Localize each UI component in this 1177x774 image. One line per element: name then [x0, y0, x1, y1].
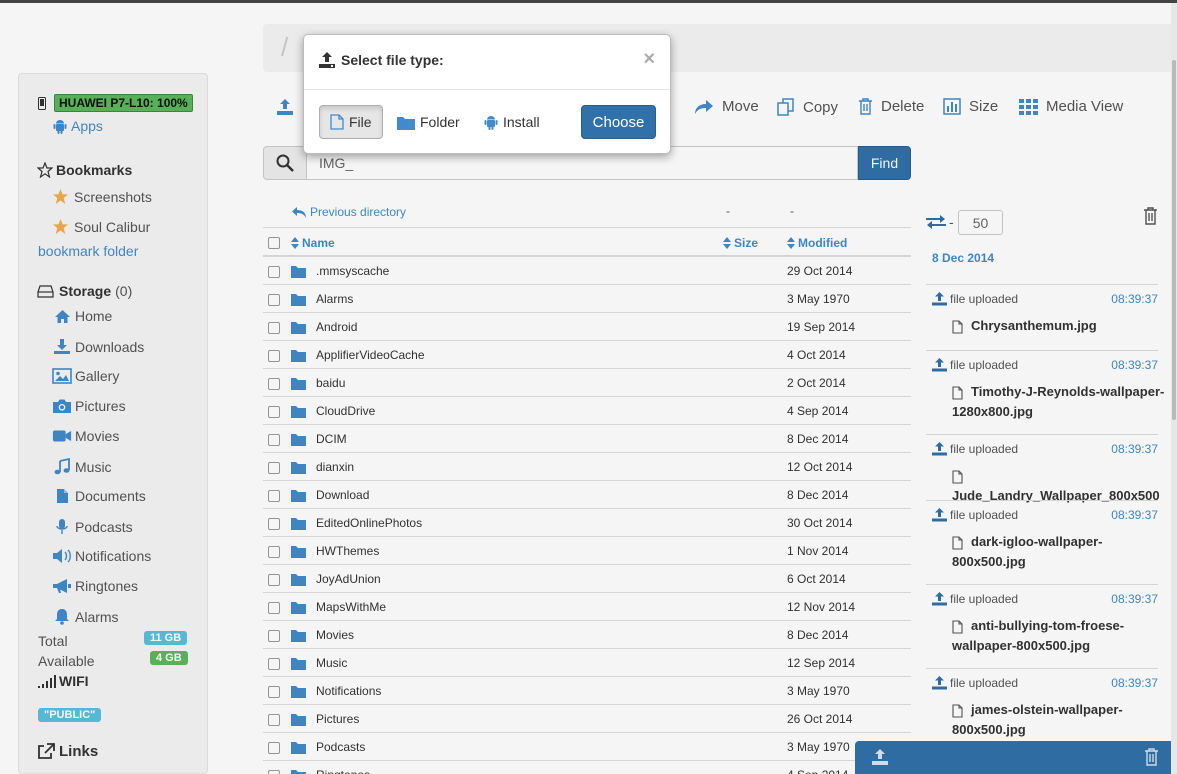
- modal-header: Select file type: ×: [304, 35, 670, 90]
- select-file-type-dialog: Select file type: × File Folder Install …: [303, 34, 671, 154]
- choose-button[interactable]: Choose: [581, 105, 656, 139]
- android-icon: [484, 115, 503, 130]
- close-icon[interactable]: ×: [643, 49, 655, 69]
- file-type-folder-button[interactable]: Folder: [387, 105, 470, 139]
- file-type-install-button[interactable]: Install: [474, 105, 550, 139]
- install-option-label: Install: [503, 114, 540, 130]
- modal-title: Select file type:: [318, 51, 444, 69]
- upload-icon: [318, 51, 336, 69]
- file-option-label: File: [349, 114, 372, 130]
- folder-icon: [397, 115, 420, 130]
- file-type-file-button[interactable]: File: [319, 105, 383, 139]
- file-icon: [330, 114, 349, 130]
- modal-title-text: Select file type:: [341, 52, 444, 68]
- folder-option-label: Folder: [420, 114, 460, 130]
